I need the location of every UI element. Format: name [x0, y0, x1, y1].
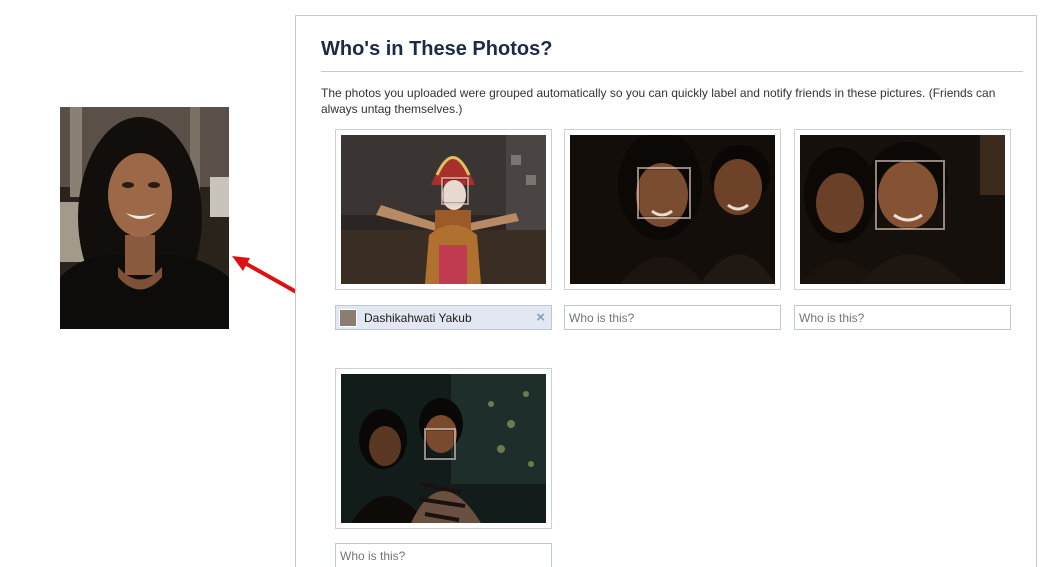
face-marker[interactable] [875, 160, 945, 230]
photo-thumbnail [341, 374, 546, 523]
tagged-friend-name: Dashikahwati Yakub [364, 311, 472, 325]
face-marker[interactable] [441, 177, 469, 205]
arrow-head [232, 256, 250, 271]
photo-card-3[interactable] [794, 129, 1011, 290]
title-divider [321, 71, 1023, 72]
who-is-this-input[interactable] [335, 543, 552, 567]
page-title: Who's in These Photos? [321, 38, 553, 60]
photo-thumbnail [341, 135, 546, 284]
tag-token: Dashikahwati Yakub × [335, 305, 552, 330]
who-is-this-input[interactable] [564, 305, 781, 330]
who-is-this-input[interactable] [794, 305, 1011, 330]
panel-description: The photos you uploaded were grouped aut… [321, 86, 996, 116]
photo-card-2[interactable] [564, 129, 781, 290]
tagged-friend-photo [60, 107, 229, 329]
photo-thumbnail [800, 135, 1005, 284]
tag-photos-panel: Who's in These Photos? The photos you up… [295, 15, 1037, 567]
face-marker[interactable] [637, 167, 691, 219]
remove-tag-icon[interactable]: × [536, 309, 545, 326]
face-marker[interactable] [424, 428, 456, 460]
photo-card-4[interactable] [335, 368, 552, 529]
photo-thumbnail [570, 135, 775, 284]
tagged-friend-thumbnail [339, 309, 357, 327]
photo-card-1[interactable] [335, 129, 552, 290]
